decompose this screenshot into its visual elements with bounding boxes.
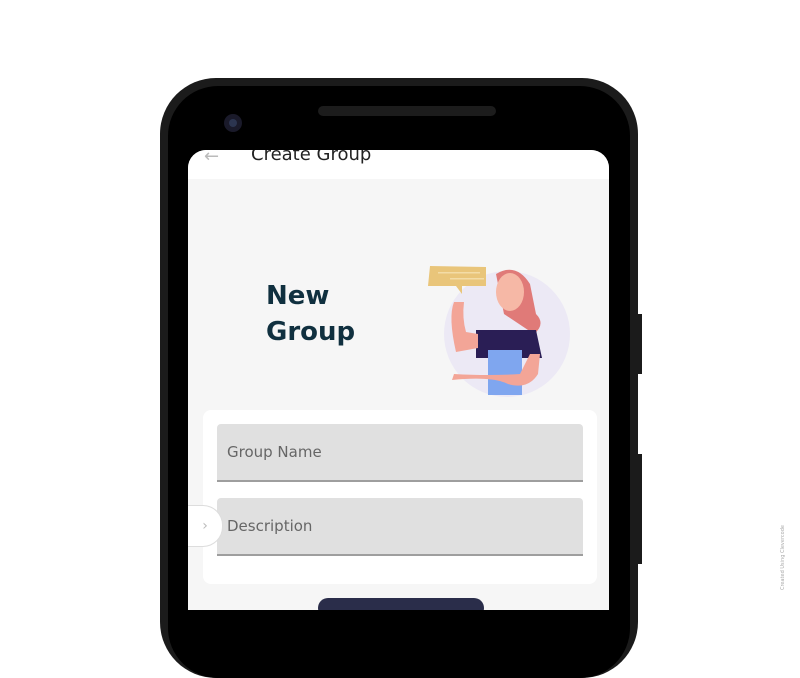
volume-button xyxy=(638,454,642,564)
waving-woman-illustration xyxy=(428,266,570,397)
arrow-left-icon[interactable]: ← xyxy=(204,150,219,167)
watermark: Created Using Clevercode xyxy=(780,525,786,590)
speaker xyxy=(318,106,496,116)
new-group-heading: New Group xyxy=(266,281,356,347)
app-bar: ← Create Group xyxy=(188,150,609,179)
group-name-placeholder: Group Name xyxy=(227,443,322,461)
description-placeholder: Description xyxy=(227,517,313,535)
page-title: Create Group xyxy=(251,150,372,165)
group-form-card: Group Name Description xyxy=(203,410,597,584)
power-button xyxy=(638,314,642,374)
app-screen: ← Create Group New Group Group Name Desc… xyxy=(188,150,609,610)
group-name-input[interactable]: Group Name xyxy=(217,424,583,482)
camera-icon xyxy=(224,114,242,132)
description-input[interactable]: Description xyxy=(217,498,583,556)
